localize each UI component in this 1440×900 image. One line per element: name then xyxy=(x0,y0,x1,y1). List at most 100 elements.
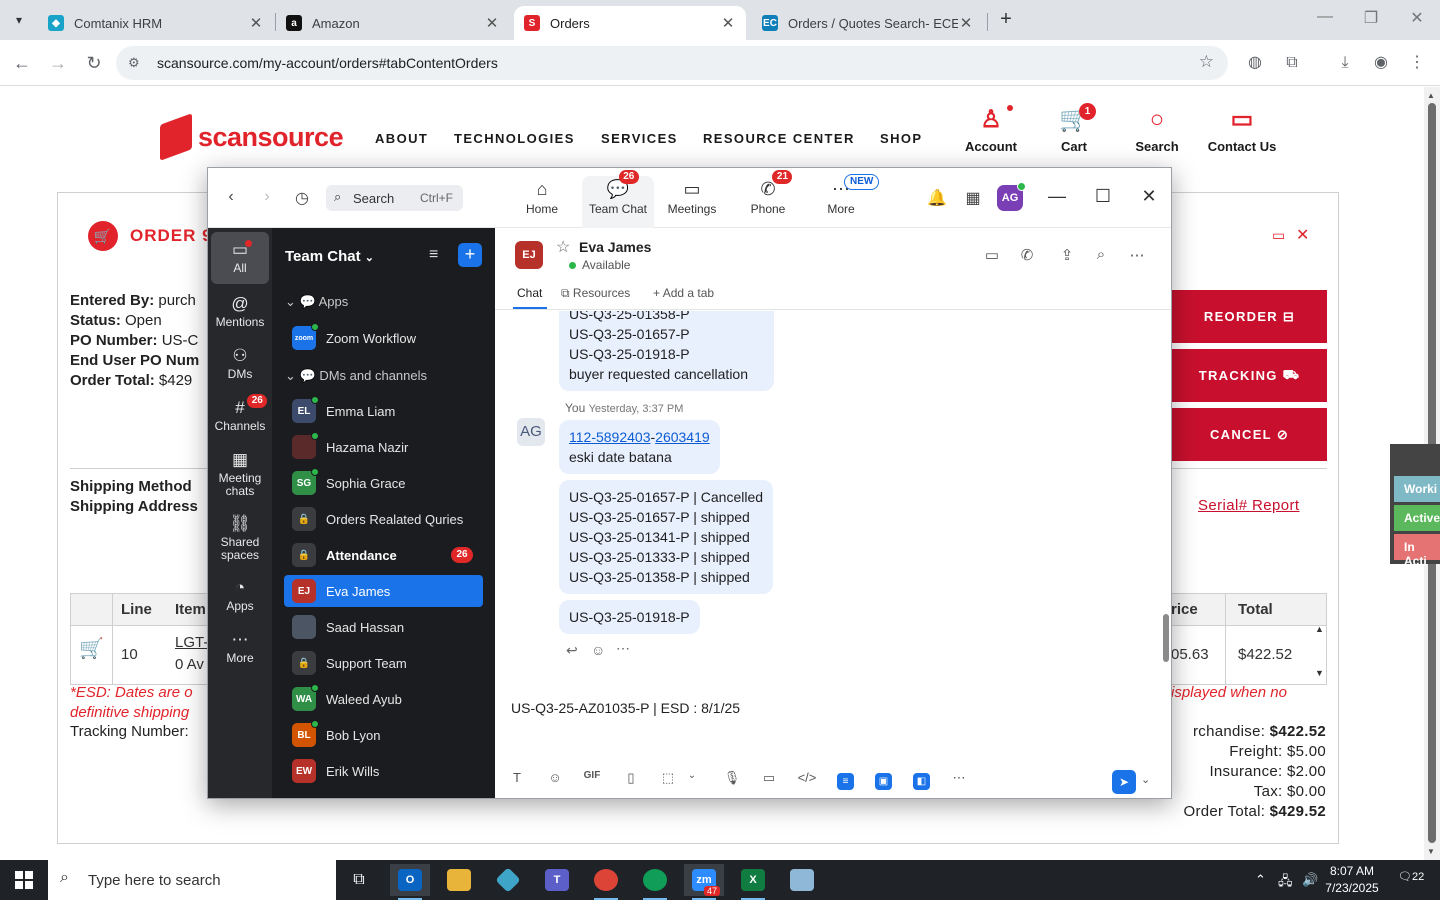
notepad-icon[interactable] xyxy=(782,864,822,896)
profile-icon[interactable]: ◉ xyxy=(1370,52,1392,74)
bookmark-star-icon[interactable]: ☆ xyxy=(1199,52,1214,72)
contact-name[interactable]: Eva James xyxy=(579,239,651,255)
new-chat-button[interactable]: + xyxy=(458,243,482,267)
app-icon[interactable]: ≡ xyxy=(837,773,854,790)
tracking-button[interactable]: TRACKING ⛟ xyxy=(1172,349,1327,402)
add-to-cart-icon[interactable]: 🛒 xyxy=(79,636,104,661)
notification-center-icon[interactable]: 🗨22 xyxy=(1398,870,1426,890)
screenshot-icon[interactable]: ⬚ xyxy=(657,770,679,786)
browser-tab-orders[interactable]: S Orders ✕ xyxy=(514,6,746,40)
tab-chat[interactable]: Chat xyxy=(517,286,542,300)
message-bubble[interactable]: 112-5892403-2603419 eski date batana xyxy=(559,420,720,474)
taskbar-search-input[interactable]: ⌕ Type here to search xyxy=(48,860,336,900)
forward-icon[interactable]: › xyxy=(256,188,278,206)
chrome-profile-icon[interactable] xyxy=(635,864,675,900)
star-icon[interactable]: ☆ xyxy=(556,237,570,257)
filter-icon[interactable]: ≡ xyxy=(429,246,438,264)
sender-avatar[interactable]: AG xyxy=(517,418,545,446)
sidebar-item-orders-channel[interactable]: 🔒 Orders Realated Quries xyxy=(284,503,483,535)
outlook-icon[interactable]: O xyxy=(390,864,430,900)
search-icon[interactable]: ⌕ xyxy=(1090,246,1112,263)
tab-team-chat[interactable]: 💬 26 Team Chat xyxy=(582,170,654,228)
phone-call-icon[interactable]: ✆ xyxy=(1016,246,1038,264)
zoom-search-input[interactable]: ⌕ Search Ctrl+F xyxy=(326,185,463,211)
add-tab-button[interactable]: + Add a tab xyxy=(653,286,714,300)
history-icon[interactable]: ◷ xyxy=(291,188,313,208)
show-hidden-icons[interactable]: ⌃ xyxy=(1255,872,1266,888)
more-icon[interactable]: ⋯ xyxy=(948,770,970,786)
nav-services[interactable]: SERVICES xyxy=(601,131,678,146)
site-info-icon[interactable]: ⚙ xyxy=(128,55,140,71)
minimize-icon[interactable]: — xyxy=(1046,186,1068,207)
browser-tab-ecexp[interactable]: EC Orders / Quotes Search- ECExp ✕ xyxy=(752,6,984,40)
reload-icon[interactable]: ↻ xyxy=(82,51,106,75)
video-call-icon[interactable]: ▭ xyxy=(981,246,1003,264)
rail-all[interactable]: ▭ All xyxy=(211,232,269,284)
rail-mentions[interactable]: @ Mentions xyxy=(211,292,269,329)
notification-bell-icon[interactable]: 🔔 xyxy=(926,188,948,208)
chevron-down-icon[interactable]: ⌄ xyxy=(1141,773,1150,786)
excel-icon[interactable]: X xyxy=(733,864,773,900)
system-clock[interactable]: 8:07 AM 7/23/2025 xyxy=(1316,863,1388,897)
contact-us-link[interactable]: ▭ Contact Us xyxy=(1200,105,1284,154)
send-button[interactable]: ➤ xyxy=(1112,770,1136,794)
forward-icon[interactable]: → xyxy=(46,51,70,75)
app-icon[interactable]: ◧ xyxy=(913,773,930,790)
tab-search-menu-icon[interactable]: ▾ xyxy=(6,8,32,32)
file-icon[interactable]: ▯ xyxy=(620,770,642,786)
url-bar[interactable]: ⚙ scansource.com/my-account/orders#tabCo… xyxy=(116,46,1228,80)
more-options-icon[interactable]: ⋯ xyxy=(1126,246,1148,264)
chat-scrollbar[interactable] xyxy=(1163,614,1169,662)
new-tab-icon[interactable]: + xyxy=(994,8,1018,32)
scansource-logo[interactable]: scansource xyxy=(160,113,344,161)
zoom-taskbar-icon[interactable]: zm 47 xyxy=(684,864,724,900)
network-icon[interactable]: 🖧 xyxy=(1278,872,1293,894)
close-icon[interactable]: ✕ xyxy=(1296,225,1309,245)
cancel-button[interactable]: CANCEL ⊘ xyxy=(1172,408,1327,461)
sidebar-item-waleed-ayub[interactable]: WA Waleed Ayub xyxy=(284,683,483,715)
message-bubble[interactable]: US-Q3-25-01358-P US-Q3-25-01657-P US-Q3-… xyxy=(559,311,774,391)
menu-kebab-icon[interactable]: ⋮ xyxy=(1406,52,1428,74)
chrome-icon[interactable] xyxy=(586,864,626,900)
search-link[interactable]: ○ Search xyxy=(1126,105,1188,154)
message-bubble[interactable]: US-Q3-25-01918-P xyxy=(559,600,700,634)
sidebar-item-zoom-workflow[interactable]: zoom Zoom Workflow xyxy=(284,322,483,354)
compose-input[interactable]: US-Q3-25-AZ01035-P | ESD : 8/1/25 xyxy=(495,679,1171,798)
video-message-icon[interactable]: ▭ xyxy=(758,770,780,786)
emoji-icon[interactable]: ☺ xyxy=(544,770,566,785)
order-link[interactable]: 112-5892403 xyxy=(569,429,650,445)
url-text[interactable]: scansource.com/my-account/orders#tabCont… xyxy=(157,55,498,71)
contact-avatar[interactable]: EJ xyxy=(515,241,543,269)
file-explorer-icon[interactable] xyxy=(439,864,479,896)
maximize-icon[interactable]: ☐ xyxy=(1092,186,1114,207)
tab-phone[interactable]: ✆ 21 Phone xyxy=(732,170,804,228)
microphone-icon[interactable]: 🎙 xyxy=(721,770,743,786)
sidebar-item-bob-lyon[interactable]: BL Bob Lyon xyxy=(284,719,483,751)
message-bubble[interactable]: US-Q3-25-01657-P | Cancelled US-Q3-25-01… xyxy=(559,480,774,594)
back-icon[interactable]: ← xyxy=(10,51,34,75)
emoji-react-icon[interactable]: ☺ xyxy=(591,642,605,658)
order-link[interactable]: 2603419 xyxy=(655,429,710,445)
teams-icon[interactable]: T xyxy=(537,864,577,896)
tab-more[interactable]: ⋯ NEW More xyxy=(805,174,880,228)
item-link[interactable]: LGT- xyxy=(175,634,208,651)
close-icon[interactable]: ✕ xyxy=(1138,186,1160,207)
rail-apps[interactable]: ◔ Apps xyxy=(211,576,269,613)
restore-icon[interactable]: ❐ xyxy=(1356,8,1386,28)
sidebar-item-emma-liam[interactable]: EL Emma Liam xyxy=(284,395,483,427)
more-actions-icon[interactable]: ⋯ xyxy=(616,640,630,657)
sidebar-item-eva-james[interactable]: EJ Eva James xyxy=(284,575,483,607)
scroll-down-icon[interactable]: ▼ xyxy=(1315,668,1324,678)
app-icon[interactable]: ▣ xyxy=(875,773,892,790)
minimize-icon[interactable]: — xyxy=(1310,8,1340,26)
close-tab-icon[interactable]: ✕ xyxy=(720,14,736,32)
rail-dms[interactable]: ⚇ DMs xyxy=(211,344,269,381)
user-avatar[interactable]: AG xyxy=(997,182,1026,211)
sidebar-item-erik-wills[interactable]: EW Erik Wills xyxy=(284,755,483,787)
gif-icon[interactable]: GIF xyxy=(581,770,603,781)
serial-report-link[interactable]: Serial# Report xyxy=(1198,497,1299,514)
rail-meeting-chats[interactable]: ▦ Meeting chats xyxy=(211,448,269,498)
chevron-down-icon[interactable]: ⌄ xyxy=(681,770,703,781)
side-tab-working[interactable]: Worki xyxy=(1394,476,1440,502)
account-link[interactable]: ♙ Account xyxy=(955,105,1027,154)
